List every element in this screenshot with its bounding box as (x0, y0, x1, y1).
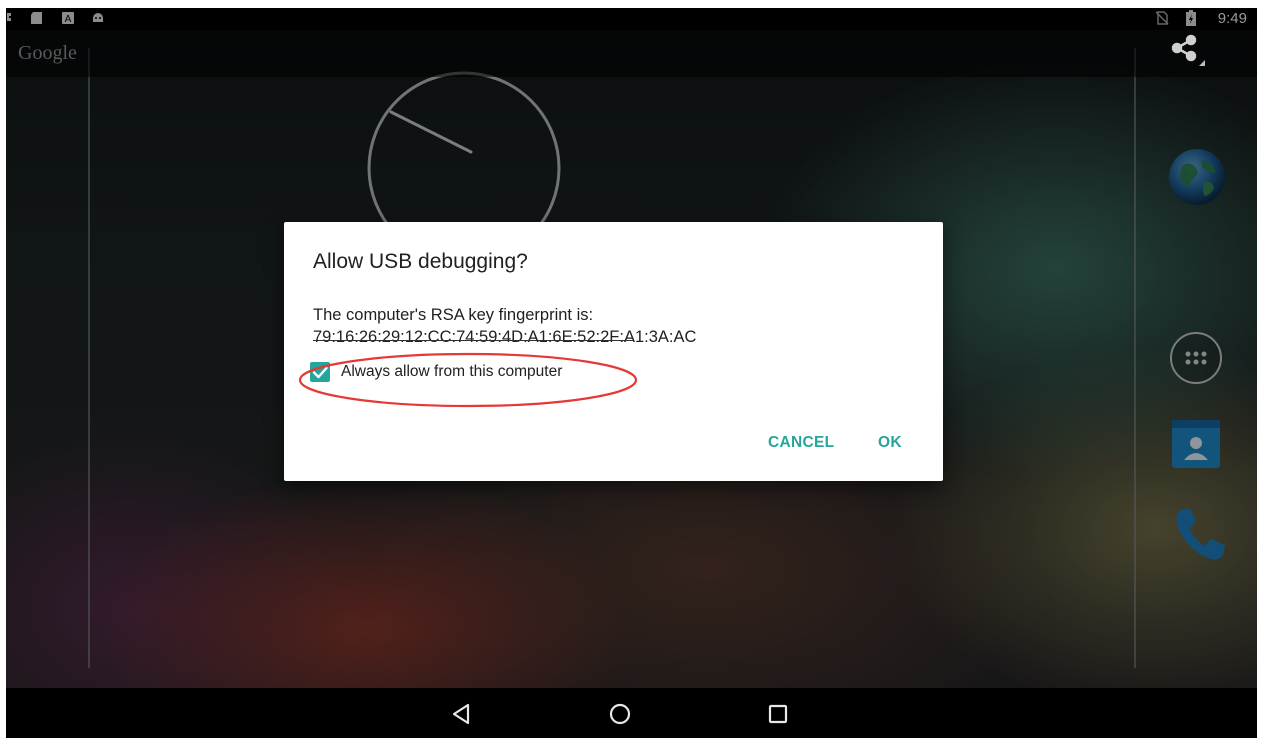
keyboard-icon: A (62, 12, 74, 25)
ok-button[interactable]: OK (878, 434, 902, 452)
fingerprint-value: 79:16:26:29:12:CC:74:59:4D:A1:6E:52:2F:A… (313, 328, 697, 346)
usb-debugging-dialog: Allow USB debugging? The computer's RSA … (284, 222, 943, 481)
dialog-title: Allow USB debugging? (313, 250, 528, 273)
recents-icon[interactable] (764, 700, 792, 728)
back-icon[interactable] (448, 700, 476, 728)
no-sim-icon (1155, 11, 1169, 25)
cancel-button[interactable]: CANCEL (768, 434, 834, 452)
svg-text:A: A (65, 14, 72, 25)
launcher-action-bar: Google (6, 30, 1257, 77)
battery-charging-icon (1186, 10, 1196, 26)
home-icon[interactable] (606, 700, 634, 728)
android-icon (93, 13, 103, 22)
highlight-annotation-ellipse (298, 352, 638, 408)
fingerprint-strikethrough-mark (313, 340, 633, 341)
status-time: 9:49 (1217, 10, 1247, 27)
status-bar: A 9:49 (6, 8, 1257, 30)
navigation-bar (6, 688, 1257, 738)
notification-icon (7, 13, 11, 21)
fingerprint-label: The computer's RSA key fingerprint is: (313, 306, 594, 324)
sd-card-icon (31, 12, 42, 24)
brand-text: Google (18, 42, 77, 64)
share-icon[interactable] (1169, 34, 1209, 70)
